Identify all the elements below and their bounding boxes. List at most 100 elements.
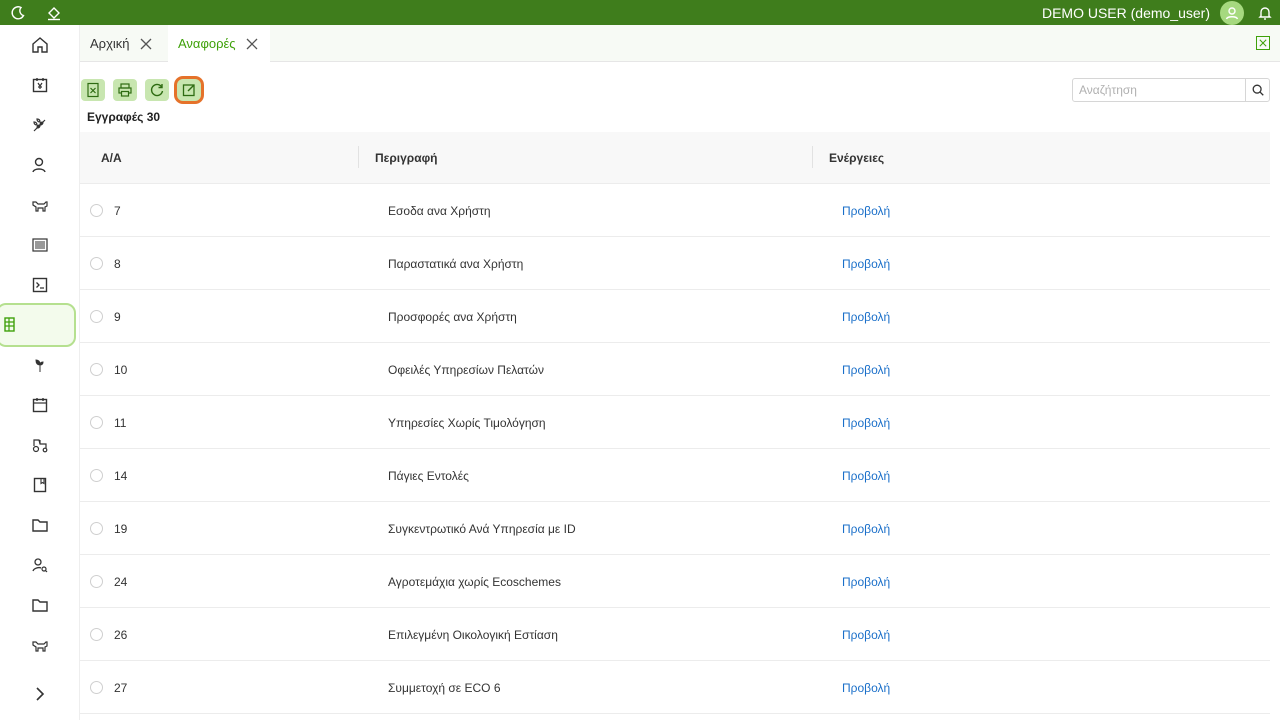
terminal-icon[interactable] bbox=[0, 265, 80, 305]
row-id: 19 bbox=[114, 522, 128, 536]
row-radio[interactable] bbox=[90, 575, 103, 588]
search-box bbox=[1072, 78, 1270, 102]
table-row[interactable]: 14 Πάγιες Εντολές Προβολή bbox=[80, 449, 1270, 502]
table-row[interactable]: 10 Οφειλές Υπηρεσίων Πελατών Προβολή bbox=[80, 343, 1270, 396]
view-link[interactable]: Προβολή bbox=[842, 416, 890, 430]
cow-icon[interactable] bbox=[0, 185, 80, 225]
sidebar bbox=[0, 25, 80, 720]
book-icon[interactable] bbox=[0, 465, 80, 505]
cow-icon[interactable] bbox=[0, 625, 80, 665]
tabs-bar: Αρχική Αναφορές bbox=[80, 25, 1280, 62]
user-name[interactable]: DEMO USER (demo_user) bbox=[1042, 5, 1210, 21]
refresh-icon bbox=[150, 83, 164, 97]
view-link[interactable]: Προβολή bbox=[842, 310, 890, 324]
tab-reports[interactable]: Αναφορές bbox=[168, 25, 270, 62]
row-id: 24 bbox=[114, 575, 128, 589]
row-description: Αγροτεμάχια χωρίς Ecoschemes bbox=[388, 575, 561, 589]
table-row[interactable]: 9 Προσφορές ανα Χρήστη Προβολή bbox=[80, 290, 1270, 343]
search-input[interactable] bbox=[1073, 79, 1245, 101]
table-row[interactable]: 19 Συγκεντρωτικό Ανά Υπηρεσία με ID Προβ… bbox=[80, 502, 1270, 555]
tab-label: Αρχική bbox=[90, 36, 130, 51]
home-icon[interactable] bbox=[0, 25, 80, 65]
row-description: Πάγιες Εντολές bbox=[388, 469, 469, 483]
bell-icon[interactable] bbox=[1250, 0, 1280, 25]
header-actions: Ενέργειες bbox=[829, 151, 885, 165]
close-icon[interactable] bbox=[138, 36, 154, 52]
row-id: 11 bbox=[114, 416, 127, 430]
view-link[interactable]: Προβολή bbox=[842, 257, 890, 271]
refresh-button[interactable] bbox=[145, 79, 169, 101]
edit-button[interactable] bbox=[177, 79, 201, 101]
chevron-right-icon[interactable] bbox=[0, 674, 80, 714]
row-description: Υπηρεσίες Χωρίς Τιμολόγηση bbox=[388, 416, 546, 430]
view-link[interactable]: Προβολή bbox=[842, 469, 890, 483]
row-radio[interactable] bbox=[90, 204, 103, 217]
close-icon[interactable] bbox=[244, 36, 260, 52]
column-divider[interactable] bbox=[358, 146, 359, 168]
search-button[interactable] bbox=[1245, 79, 1269, 101]
view-link[interactable]: Προβολή bbox=[842, 628, 890, 642]
row-radio[interactable] bbox=[90, 469, 103, 482]
records-count: Εγγραφές 30 bbox=[87, 110, 161, 124]
view-link[interactable]: Προβολή bbox=[842, 681, 890, 695]
row-id: 7 bbox=[114, 204, 121, 218]
top-bar: DEMO USER (demo_user) bbox=[0, 0, 1280, 25]
folder-icon[interactable] bbox=[0, 505, 80, 545]
print-button[interactable] bbox=[113, 79, 137, 101]
header-id[interactable]: Α/Α bbox=[101, 151, 122, 165]
paint-bucket-icon[interactable] bbox=[36, 0, 72, 25]
tractor-icon[interactable] bbox=[0, 425, 80, 465]
table-icon[interactable] bbox=[0, 303, 76, 347]
avatar-icon[interactable] bbox=[1220, 0, 1244, 25]
edit-icon bbox=[182, 84, 195, 97]
barcode-icon[interactable] bbox=[0, 225, 80, 265]
row-description: Συμμετοχή σε ECO 6 bbox=[388, 681, 501, 695]
row-radio[interactable] bbox=[90, 310, 103, 323]
row-id: 10 bbox=[114, 363, 128, 377]
view-link[interactable]: Προβολή bbox=[842, 363, 890, 377]
row-radio[interactable] bbox=[90, 416, 103, 429]
reports-table: Α/Α Περιγραφή Ενέργειες 7 Εσοδα ανα Χρήσ… bbox=[80, 132, 1270, 714]
table-row[interactable]: 24 Αγροτεμάχια χωρίς Ecoschemes Προβολή bbox=[80, 555, 1270, 608]
header-description[interactable]: Περιγραφή bbox=[375, 151, 438, 165]
column-divider[interactable] bbox=[812, 146, 813, 168]
tab-home[interactable]: Αρχική bbox=[80, 25, 164, 62]
row-description: Παραστατικά ανα Χρήστη bbox=[388, 257, 524, 271]
table-row[interactable]: 27 Συμμετοχή σε ECO 6 Προβολή bbox=[80, 661, 1270, 714]
row-radio[interactable] bbox=[90, 363, 103, 376]
user-icon[interactable] bbox=[0, 145, 80, 185]
table-header: Α/Α Περιγραφή Ενέργειες bbox=[80, 132, 1270, 184]
row-id: 27 bbox=[114, 681, 128, 695]
row-description: Προσφορές ανα Χρήστη bbox=[388, 310, 517, 324]
excel-export-button[interactable] bbox=[81, 79, 105, 101]
table-row[interactable]: 11 Υπηρεσίες Χωρίς Τιμολόγηση Προβολή bbox=[80, 396, 1270, 449]
table-row[interactable]: 26 Επιλεγμένη Οικολογική Εστίαση Προβολή bbox=[80, 608, 1270, 661]
folder-icon[interactable] bbox=[0, 585, 80, 625]
yen-calendar-icon[interactable] bbox=[0, 65, 80, 105]
row-description: Εσοδα ανα Χρήστη bbox=[388, 204, 491, 218]
row-description: Επιλεγμένη Οικολογική Εστίαση bbox=[388, 628, 558, 642]
row-id: 9 bbox=[114, 310, 121, 324]
user-search-icon[interactable] bbox=[0, 545, 80, 585]
print-icon bbox=[118, 83, 132, 97]
calendar-icon[interactable] bbox=[0, 385, 80, 425]
row-radio[interactable] bbox=[90, 628, 103, 641]
row-description: Οφειλές Υπηρεσίων Πελατών bbox=[388, 363, 544, 377]
row-radio[interactable] bbox=[90, 522, 103, 535]
row-radio[interactable] bbox=[90, 257, 103, 270]
search-icon bbox=[1252, 84, 1264, 96]
view-link[interactable]: Προβολή bbox=[842, 522, 890, 536]
table-row[interactable]: 8 Παραστατικά ανα Χρήστη Προβολή bbox=[80, 237, 1270, 290]
view-link[interactable]: Προβολή bbox=[842, 575, 890, 589]
excel-export-icon bbox=[87, 82, 99, 98]
sprout-icon[interactable] bbox=[0, 345, 80, 385]
row-radio[interactable] bbox=[90, 681, 103, 694]
wheat-icon[interactable] bbox=[0, 105, 80, 145]
row-description: Συγκεντρωτικό Ανά Υπηρεσία με ID bbox=[388, 522, 576, 536]
tab-label: Αναφορές bbox=[178, 36, 236, 51]
moon-icon[interactable] bbox=[0, 0, 36, 25]
table-row[interactable]: 7 Εσοδα ανα Χρήστη Προβολή bbox=[80, 184, 1270, 237]
view-link[interactable]: Προβολή bbox=[842, 204, 890, 218]
close-all-tabs-icon[interactable] bbox=[1256, 36, 1270, 50]
row-id: 26 bbox=[114, 628, 128, 642]
